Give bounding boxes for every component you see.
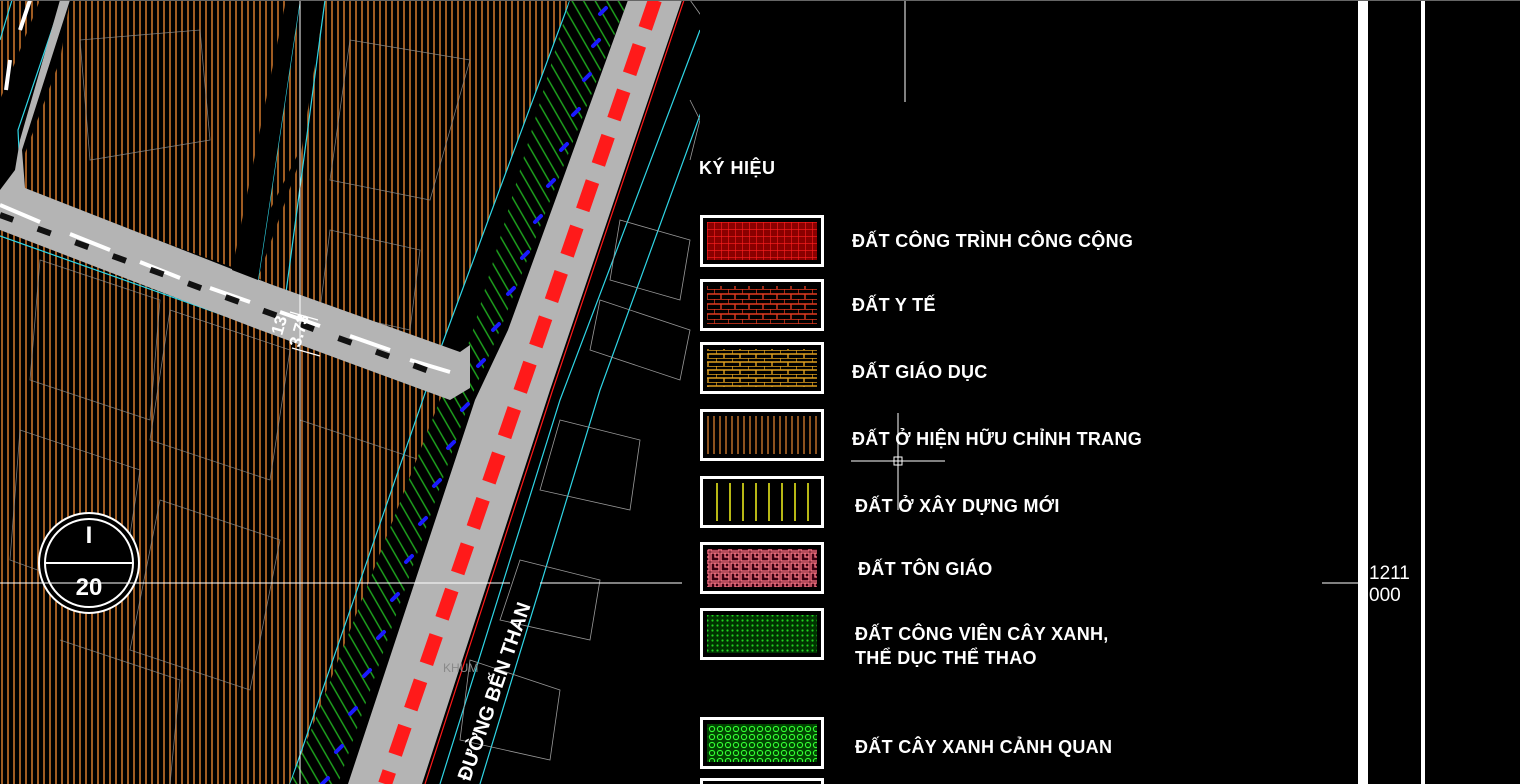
swatch-dots-green [700,608,824,660]
swatch-brick-yellow [700,342,824,394]
section-marker-bottom: 20 [75,574,103,601]
legend-label: ĐẤT CÔNG VIÊN CÂY XANH, THỂ DỤC THỂ THAO [855,622,1109,670]
section-marker-top: I [85,522,93,549]
frame-scale-bottom: 000 [1369,585,1401,606]
map-area: 13 3.73 ĐƯỜNG BẾN THAN KHUM [0,0,700,784]
legend-label: ĐẤT Y TẾ [852,295,936,315]
legend-label: ĐẤT Ở HIỆN HỮU CHỈNH TRANG [852,429,1143,449]
legend-label: ĐẤT CÔNG TRÌNH CÔNG CỘNG [852,231,1134,251]
swatch-grid-red [700,215,824,267]
legend-label: ĐẤT TÔN GIÁO [858,559,993,579]
khum-label: KHUM [443,661,478,675]
legend-label-line1: ĐẤT CÔNG VIÊN CÂY XANH, [855,624,1109,644]
swatch-partial [700,778,824,784]
swatch-lines-yellow [700,476,824,528]
frame-border-right [1421,0,1425,784]
swatch-lines-orange [700,409,824,461]
legend-label-line2: THỂ DỤC THỂ THAO [855,648,1037,668]
frame-border-left [1358,0,1368,784]
swatch-circles-green [700,717,824,769]
legend-label: ĐẤT CÂY XANH CẢNH QUAN [855,737,1113,757]
swatch-ornament-pink [700,542,824,594]
legend-title: KÝ HIỆU [699,158,776,178]
legend-label: ĐẤT GIÁO DỤC [852,362,988,382]
frame-scale-top: 1211 [1369,563,1410,584]
legend-label: ĐẤT Ở XÂY DỰNG MỚI [855,496,1060,516]
swatch-brick-red [700,279,824,331]
